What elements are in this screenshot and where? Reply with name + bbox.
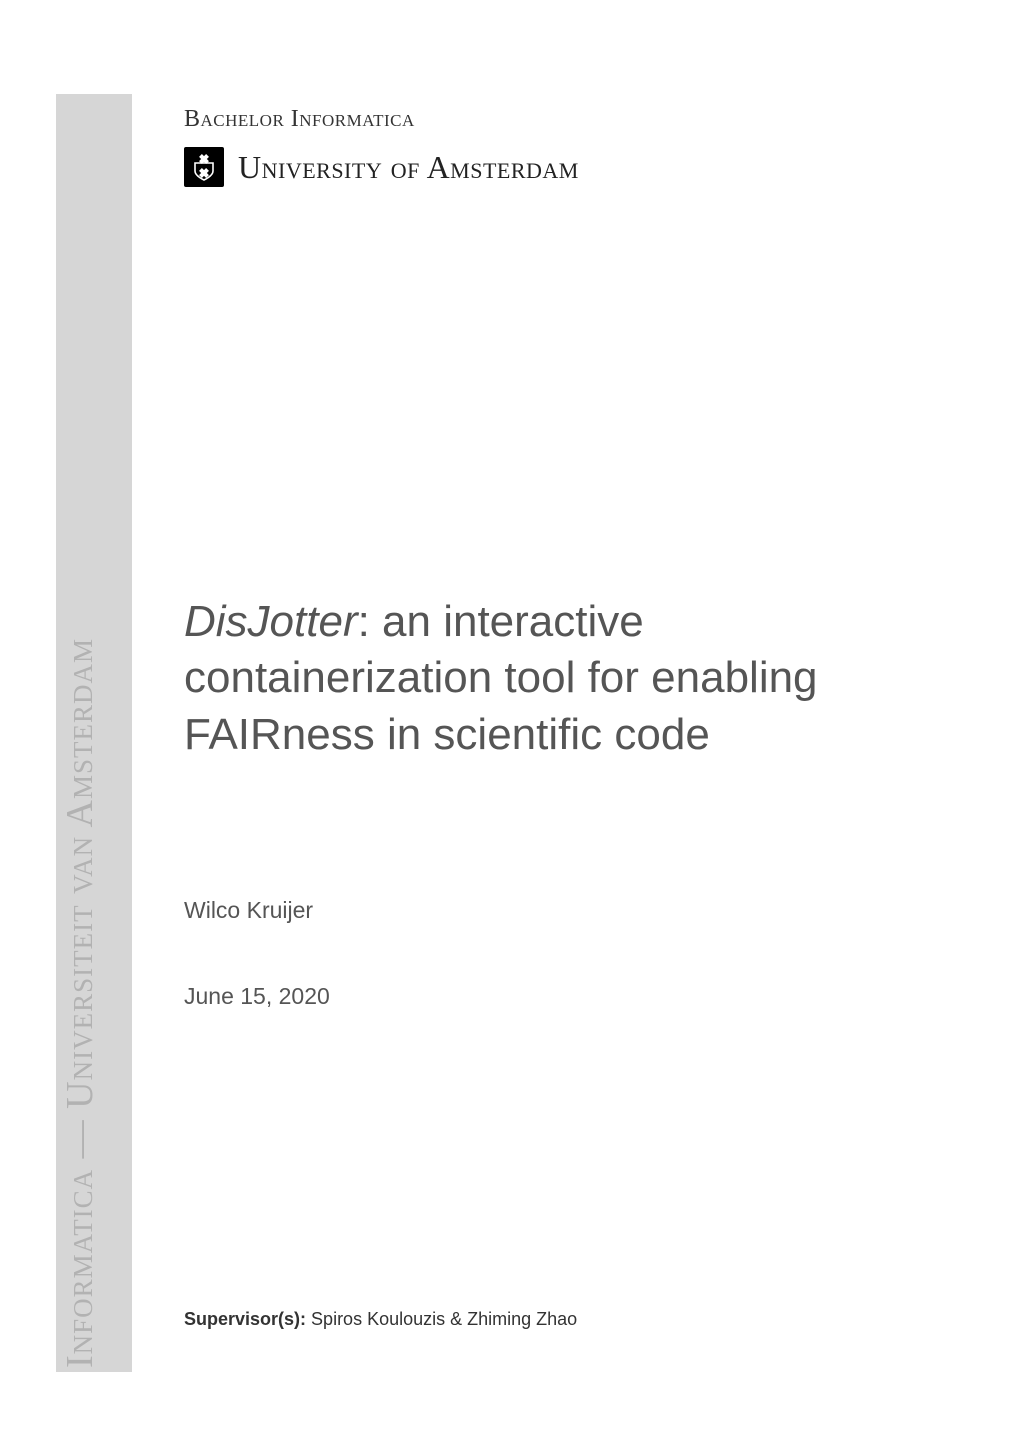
- publication-date: June 15, 2020: [184, 983, 330, 1010]
- title-block: DisJotter: an interactive containerizati…: [184, 594, 940, 763]
- page-root: Informatica — Universiteit van Amsterdam…: [0, 0, 1020, 1442]
- logo-row: University of Amsterdam: [184, 147, 940, 187]
- author: Wilco Kruijer: [184, 897, 313, 924]
- supervisor-label: Supervisor(s):: [184, 1309, 306, 1329]
- spine-part-b: Universiteit van Amsterdam: [59, 638, 101, 1109]
- subject-line: Bachelor Informatica: [184, 106, 940, 133]
- university-name: University of Amsterdam: [238, 149, 579, 186]
- uva-logo-icon: [184, 147, 224, 187]
- spine-part-a: Informatica: [59, 1169, 101, 1368]
- supervisor-names: Spiros Koulouzis & Zhiming Zhao: [311, 1309, 577, 1329]
- title-emph: DisJotter: [184, 597, 358, 646]
- spine-sep: —: [59, 1109, 101, 1169]
- supervisor-line: Supervisor(s): Spiros Koulouzis & Zhimin…: [184, 1309, 577, 1330]
- paper-title: DisJotter: an interactive containerizati…: [184, 594, 940, 763]
- header: Bachelor Informatica U: [184, 106, 940, 187]
- spine-text: Informatica — Universiteit van Amsterdam: [58, 638, 102, 1368]
- university-name-text: University of Amsterdam: [238, 149, 579, 185]
